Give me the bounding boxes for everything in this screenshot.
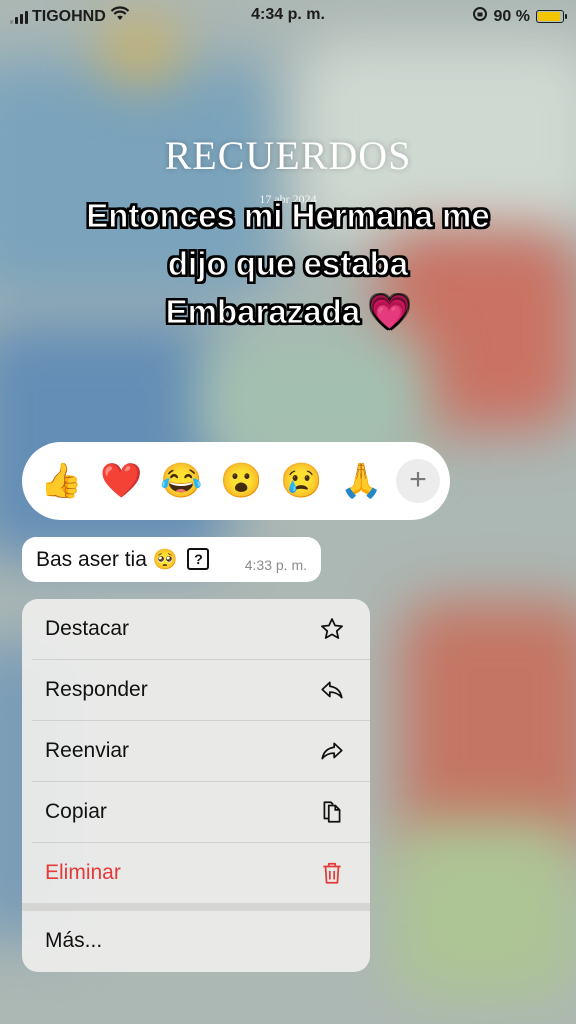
menu-item-mas[interactable]: Más... bbox=[22, 911, 370, 971]
unknown-emoji-icon: ? bbox=[187, 548, 210, 570]
menu-item-eliminar[interactable]: Eliminar bbox=[22, 843, 370, 903]
forward-icon bbox=[318, 737, 346, 765]
message-text: Bas aser tia bbox=[36, 548, 147, 571]
battery-percent: 90 % bbox=[493, 7, 530, 25]
menu-item-copiar[interactable]: Copiar bbox=[22, 782, 370, 842]
memories-title: RECUERDOS bbox=[164, 133, 412, 178]
message-content: Bas aser tia 🥺 ? bbox=[36, 547, 210, 572]
trash-icon bbox=[318, 859, 346, 887]
menu-item-label: Copiar bbox=[45, 800, 107, 823]
menu-item-responder[interactable]: Responder bbox=[22, 660, 370, 720]
reaction-pray[interactable]: 🙏 bbox=[340, 461, 382, 501]
message-time: 4:33 p. m. bbox=[244, 557, 307, 573]
caption-line: Entonces mi Hermana me bbox=[86, 197, 490, 235]
reaction-bar: 👍 ❤️ 😂 😮 😢 🙏 + bbox=[22, 442, 450, 520]
context-menu: Destacar Responder Reenviar Copiar Elimi… bbox=[22, 599, 370, 972]
reaction-surprised[interactable]: 😮 bbox=[220, 461, 262, 501]
menu-item-label: Destacar bbox=[45, 617, 130, 640]
more-reactions-button[interactable]: + bbox=[396, 459, 440, 503]
copy-icon bbox=[318, 798, 346, 826]
menu-item-label: Eliminar bbox=[45, 861, 121, 884]
reaction-laugh[interactable]: 😂 bbox=[160, 461, 202, 501]
menu-item-reenviar[interactable]: Reenviar bbox=[22, 721, 370, 781]
message-bubble[interactable]: Bas aser tia 🥺 ? 4:33 p. m. bbox=[22, 537, 321, 582]
status-bar: TIGOHND 4:34 p. m. 90 % bbox=[0, 0, 576, 32]
battery-icon bbox=[536, 10, 567, 23]
story-caption: Entonces mi Hermana me dijo que estaba E… bbox=[40, 192, 536, 336]
reply-icon bbox=[318, 676, 346, 704]
menu-item-label: Responder bbox=[45, 678, 148, 701]
reaction-thumbs-up[interactable]: 👍 bbox=[40, 461, 82, 501]
orientation-lock-icon bbox=[472, 6, 488, 27]
reaction-sad[interactable]: 😢 bbox=[280, 461, 322, 501]
menu-item-destacar[interactable]: Destacar bbox=[22, 599, 370, 659]
pleading-emoji: 🥺 bbox=[152, 549, 178, 571]
reaction-heart[interactable]: ❤️ bbox=[100, 461, 142, 501]
star-icon bbox=[318, 615, 346, 643]
menu-item-label: Más... bbox=[45, 929, 103, 952]
caption-line: dijo que estaba bbox=[167, 245, 409, 283]
caption-line: Embarazada 💗 bbox=[165, 293, 411, 331]
menu-item-label: Reenviar bbox=[45, 739, 130, 762]
